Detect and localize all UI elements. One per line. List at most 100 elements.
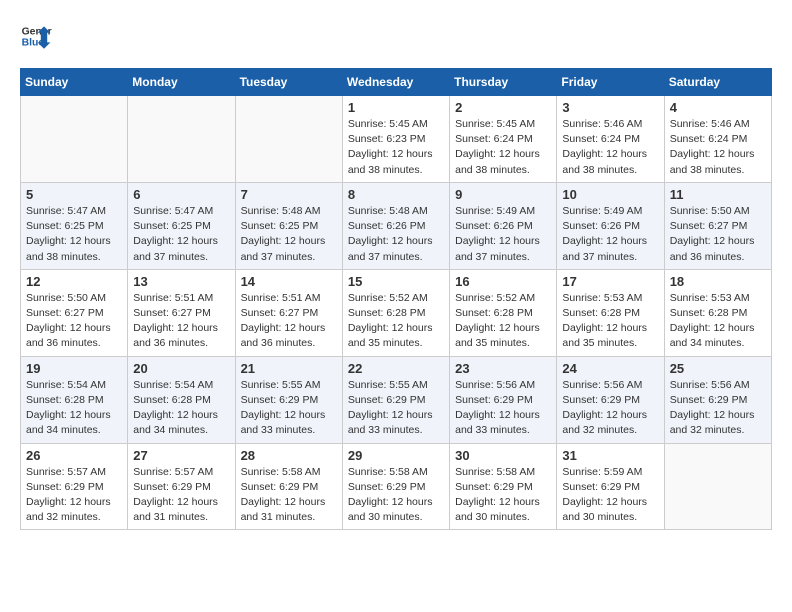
calendar-table: SundayMondayTuesdayWednesdayThursdayFrid… bbox=[20, 68, 772, 530]
calendar-day-cell: 6Sunrise: 5:47 AMSunset: 6:25 PMDaylight… bbox=[128, 182, 235, 269]
day-info: Sunrise: 5:55 AMSunset: 6:29 PMDaylight:… bbox=[348, 378, 444, 439]
weekday-header-cell: Friday bbox=[557, 69, 664, 96]
calendar-day-cell: 4 Sunrise: 5:46 AMSunset: 6:24 PMDaylight… bbox=[664, 96, 771, 183]
calendar-week-row: 5 Sunrise: 5:47 AMSunset: 6:25 PMDaylight… bbox=[21, 182, 772, 269]
day-info: Sunrise: 5:46 AMSunset: 6:24 PMDaylight:… bbox=[670, 117, 766, 178]
calendar-day-cell bbox=[235, 96, 342, 183]
calendar-day-cell: 3 Sunrise: 5:46 AMSunset: 6:24 PMDaylight… bbox=[557, 96, 664, 183]
calendar-week-row: 19 Sunrise: 5:54 AMSunset: 6:28 PMDayligh… bbox=[21, 356, 772, 443]
weekday-header-cell: Saturday bbox=[664, 69, 771, 96]
day-info: Sunrise: 5:59 AMSunset: 6:29 PMDaylight:… bbox=[562, 465, 658, 526]
calendar-day-cell bbox=[664, 443, 771, 530]
calendar-day-cell: 5 Sunrise: 5:47 AMSunset: 6:25 PMDaylight… bbox=[21, 182, 128, 269]
day-number: 9 bbox=[455, 187, 551, 202]
day-info: Sunrise: 5:50 AMSunset: 6:27 PMDaylight:… bbox=[670, 204, 766, 265]
day-info: Sunrise: 5:52 AMSunset: 6:28 PMDaylight:… bbox=[348, 291, 444, 352]
day-info: Sunrise: 5:58 AMSunset: 6:29 PMDaylight:… bbox=[241, 465, 337, 526]
day-info: Sunrise: 5:49 AMSunset: 6:26 PMDaylight:… bbox=[562, 204, 658, 265]
logo-icon: General Blue bbox=[20, 20, 52, 52]
calendar-day-cell: 13 Sunrise: 5:51 AMSunset: 6:27 PMDayligh… bbox=[128, 269, 235, 356]
day-info: Sunrise: 5:45 AMSunset: 6:24 PMDaylight:… bbox=[455, 117, 551, 178]
day-info: Sunrise: 5:49 AMSunset: 6:26 PMDaylight:… bbox=[455, 204, 551, 265]
calendar-day-cell bbox=[21, 96, 128, 183]
day-number: 16 bbox=[455, 274, 551, 289]
day-info: Sunrise: 5:48 AMSunset: 6:25 PMDaylight:… bbox=[241, 204, 337, 265]
day-number: 10 bbox=[562, 187, 658, 202]
day-info: Sunrise: 5:56 AMSunset: 6:29 PMDaylight:… bbox=[562, 378, 658, 439]
day-number: 12 bbox=[26, 274, 122, 289]
calendar-day-cell: 22 Sunrise: 5:55 AMSunset: 6:29 PMDayligh… bbox=[342, 356, 449, 443]
calendar-day-cell: 12 Sunrise: 5:50 AMSunset: 6:27 PMDayligh… bbox=[21, 269, 128, 356]
day-number: 21 bbox=[241, 361, 337, 376]
day-number: 27 bbox=[133, 448, 229, 463]
day-info: Sunrise: 5:51 AMSunset: 6:27 PMDaylight:… bbox=[241, 291, 337, 352]
calendar-day-cell: 30 Sunrise: 5:58 AMSunset: 6:29 PMDayligh… bbox=[450, 443, 557, 530]
page-header: General Blue bbox=[20, 20, 772, 52]
day-info: Sunrise: 5:57 AMSunset: 6:29 PMDaylight:… bbox=[133, 465, 229, 526]
calendar-day-cell: 11 Sunrise: 5:50 AMSunset: 6:27 PMDayligh… bbox=[664, 182, 771, 269]
calendar-day-cell: 29Sunrise: 5:58 AMSunset: 6:29 PMDayligh… bbox=[342, 443, 449, 530]
day-number: 6 bbox=[133, 187, 229, 202]
calendar-day-cell: 21 Sunrise: 5:55 AMSunset: 6:29 PMDayligh… bbox=[235, 356, 342, 443]
day-info: Sunrise: 5:58 AMSunset: 6:29 PMDaylight:… bbox=[455, 465, 551, 526]
day-info: Sunrise: 5:53 AMSunset: 6:28 PMDaylight:… bbox=[562, 291, 658, 352]
day-number: 30 bbox=[455, 448, 551, 463]
day-number: 11 bbox=[670, 187, 766, 202]
day-number: 24 bbox=[562, 361, 658, 376]
day-info: Sunrise: 5:50 AMSunset: 6:27 PMDaylight:… bbox=[26, 291, 122, 352]
day-info: Sunrise: 5:55 AMSunset: 6:29 PMDaylight:… bbox=[241, 378, 337, 439]
calendar-day-cell: 2 Sunrise: 5:45 AMSunset: 6:24 PMDaylight… bbox=[450, 96, 557, 183]
day-info: Sunrise: 5:52 AMSunset: 6:28 PMDaylight:… bbox=[455, 291, 551, 352]
day-info: Sunrise: 5:48 AMSunset: 6:26 PMDaylight:… bbox=[348, 204, 444, 265]
weekday-header-cell: Tuesday bbox=[235, 69, 342, 96]
day-number: 23 bbox=[455, 361, 551, 376]
day-number: 5 bbox=[26, 187, 122, 202]
calendar-day-cell: 19 Sunrise: 5:54 AMSunset: 6:28 PMDayligh… bbox=[21, 356, 128, 443]
calendar-day-cell: 8Sunrise: 5:48 AMSunset: 6:26 PMDaylight… bbox=[342, 182, 449, 269]
day-number: 31 bbox=[562, 448, 658, 463]
weekday-header-row: SundayMondayTuesdayWednesdayThursdayFrid… bbox=[21, 69, 772, 96]
calendar-day-cell: 25 Sunrise: 5:56 AMSunset: 6:29 PMDayligh… bbox=[664, 356, 771, 443]
calendar-day-cell: 28Sunrise: 5:58 AMSunset: 6:29 PMDayligh… bbox=[235, 443, 342, 530]
day-info: Sunrise: 5:54 AMSunset: 6:28 PMDaylight:… bbox=[26, 378, 122, 439]
calendar-day-cell bbox=[128, 96, 235, 183]
day-info: Sunrise: 5:46 AMSunset: 6:24 PMDaylight:… bbox=[562, 117, 658, 178]
calendar-day-cell: 16 Sunrise: 5:52 AMSunset: 6:28 PMDayligh… bbox=[450, 269, 557, 356]
calendar-day-cell: 23 Sunrise: 5:56 AMSunset: 6:29 PMDayligh… bbox=[450, 356, 557, 443]
day-number: 4 bbox=[670, 100, 766, 115]
day-info: Sunrise: 5:57 AMSunset: 6:29 PMDaylight:… bbox=[26, 465, 122, 526]
day-number: 13 bbox=[133, 274, 229, 289]
calendar-day-cell: 27 Sunrise: 5:57 AMSunset: 6:29 PMDayligh… bbox=[128, 443, 235, 530]
calendar-day-cell: 7 Sunrise: 5:48 AMSunset: 6:25 PMDaylight… bbox=[235, 182, 342, 269]
day-number: 15 bbox=[348, 274, 444, 289]
calendar-day-cell: 9 Sunrise: 5:49 AMSunset: 6:26 PMDaylight… bbox=[450, 182, 557, 269]
day-number: 19 bbox=[26, 361, 122, 376]
weekday-header-cell: Sunday bbox=[21, 69, 128, 96]
day-number: 22 bbox=[348, 361, 444, 376]
weekday-header-cell: Monday bbox=[128, 69, 235, 96]
day-number: 26 bbox=[26, 448, 122, 463]
day-info: Sunrise: 5:53 AMSunset: 6:28 PMDaylight:… bbox=[670, 291, 766, 352]
day-number: 14 bbox=[241, 274, 337, 289]
day-number: 2 bbox=[455, 100, 551, 115]
calendar-day-cell: 1Sunrise: 5:45 AMSunset: 6:23 PMDaylight… bbox=[342, 96, 449, 183]
calendar-day-cell: 17 Sunrise: 5:53 AMSunset: 6:28 PMDayligh… bbox=[557, 269, 664, 356]
calendar-day-cell: 20Sunrise: 5:54 AMSunset: 6:28 PMDayligh… bbox=[128, 356, 235, 443]
calendar-week-row: 1Sunrise: 5:45 AMSunset: 6:23 PMDaylight… bbox=[21, 96, 772, 183]
day-number: 3 bbox=[562, 100, 658, 115]
day-info: Sunrise: 5:51 AMSunset: 6:27 PMDaylight:… bbox=[133, 291, 229, 352]
day-number: 17 bbox=[562, 274, 658, 289]
day-number: 25 bbox=[670, 361, 766, 376]
calendar-week-row: 26 Sunrise: 5:57 AMSunset: 6:29 PMDayligh… bbox=[21, 443, 772, 530]
day-number: 18 bbox=[670, 274, 766, 289]
day-number: 1 bbox=[348, 100, 444, 115]
weekday-header-cell: Thursday bbox=[450, 69, 557, 96]
calendar-day-cell: 31 Sunrise: 5:59 AMSunset: 6:29 PMDayligh… bbox=[557, 443, 664, 530]
day-number: 20 bbox=[133, 361, 229, 376]
day-info: Sunrise: 5:56 AMSunset: 6:29 PMDaylight:… bbox=[455, 378, 551, 439]
calendar-day-cell: 15 Sunrise: 5:52 AMSunset: 6:28 PMDayligh… bbox=[342, 269, 449, 356]
calendar-day-cell: 24 Sunrise: 5:56 AMSunset: 6:29 PMDayligh… bbox=[557, 356, 664, 443]
day-info: Sunrise: 5:47 AMSunset: 6:25 PMDaylight:… bbox=[26, 204, 122, 265]
day-info: Sunrise: 5:56 AMSunset: 6:29 PMDaylight:… bbox=[670, 378, 766, 439]
day-number: 7 bbox=[241, 187, 337, 202]
